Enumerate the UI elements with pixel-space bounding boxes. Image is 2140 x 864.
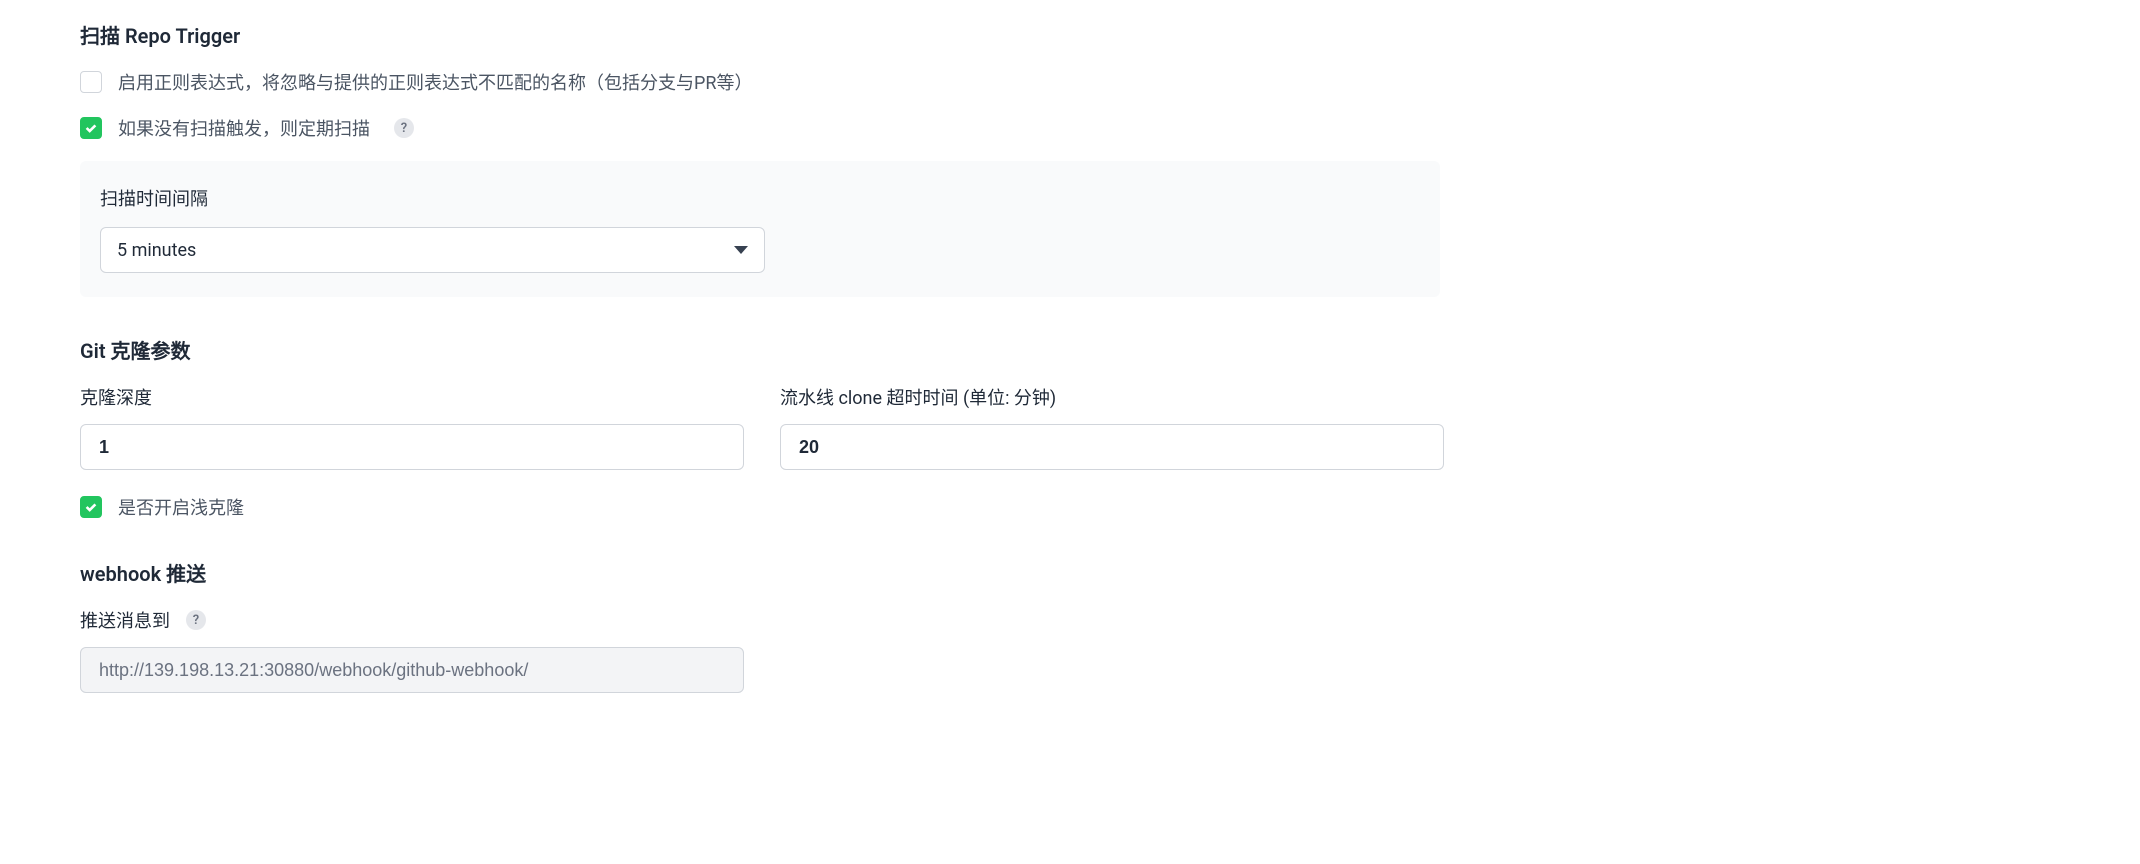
git-clone-form-row: 克隆深度 流水线 clone 超时时间 (单位: 分钟)	[80, 384, 2060, 470]
scan-interval-value: 5 minutes	[117, 240, 196, 261]
scan-interval-label: 扫描时间间隔	[100, 185, 1420, 211]
git-clone-params-section: Git 克隆参数 克隆深度 流水线 clone 超时时间 (单位: 分钟) 是否…	[80, 335, 2060, 520]
clone-timeout-label: 流水线 clone 超时时间 (单位: 分钟)	[780, 384, 1444, 410]
clone-timeout-field: 流水线 clone 超时时间 (单位: 分钟)	[780, 384, 1444, 470]
push-to-label-row: 推送消息到 ?	[80, 607, 2060, 633]
scan-interval-select[interactable]: 5 minutes	[100, 227, 765, 273]
clone-timeout-input[interactable]	[780, 424, 1444, 470]
help-icon[interactable]: ?	[186, 610, 206, 630]
periodic-scan-checkbox-label: 如果没有扫描触发，则定期扫描	[118, 115, 370, 141]
clone-depth-label: 克隆深度	[80, 384, 744, 410]
check-icon	[84, 500, 98, 514]
shallow-clone-checkbox[interactable]	[80, 496, 102, 518]
regex-checkbox-row: 启用正则表达式，将忽略与提供的正则表达式不匹配的名称（包括分支与PR等）	[80, 69, 2060, 95]
webhook-push-title: webhook 推送	[80, 558, 2060, 587]
help-icon[interactable]: ?	[394, 118, 414, 138]
shallow-clone-checkbox-row: 是否开启浅克隆	[80, 494, 2060, 520]
regex-checkbox-label: 启用正则表达式，将忽略与提供的正则表达式不匹配的名称（包括分支与PR等）	[118, 69, 752, 95]
shallow-clone-checkbox-label: 是否开启浅克隆	[118, 494, 244, 520]
push-to-field: 推送消息到 ?	[80, 607, 2060, 693]
check-icon	[84, 121, 98, 135]
periodic-scan-checkbox[interactable]	[80, 117, 102, 139]
push-to-input	[80, 647, 744, 693]
clone-depth-input[interactable]	[80, 424, 744, 470]
git-clone-params-title: Git 克隆参数	[80, 335, 2060, 364]
webhook-push-section: webhook 推送 推送消息到 ?	[80, 558, 2060, 693]
scan-repo-trigger-title: 扫描 Repo Trigger	[80, 20, 2060, 49]
scan-repo-trigger-section: 扫描 Repo Trigger 启用正则表达式，将忽略与提供的正则表达式不匹配的…	[80, 20, 2060, 297]
chevron-down-icon	[734, 246, 748, 254]
clone-depth-field: 克隆深度	[80, 384, 744, 470]
regex-checkbox[interactable]	[80, 71, 102, 93]
scan-interval-select-wrapper: 5 minutes	[100, 227, 765, 273]
push-to-label: 推送消息到	[80, 607, 170, 633]
periodic-scan-checkbox-row: 如果没有扫描触发，则定期扫描 ?	[80, 115, 2060, 141]
scan-interval-subsection: 扫描时间间隔 5 minutes	[80, 161, 1440, 297]
